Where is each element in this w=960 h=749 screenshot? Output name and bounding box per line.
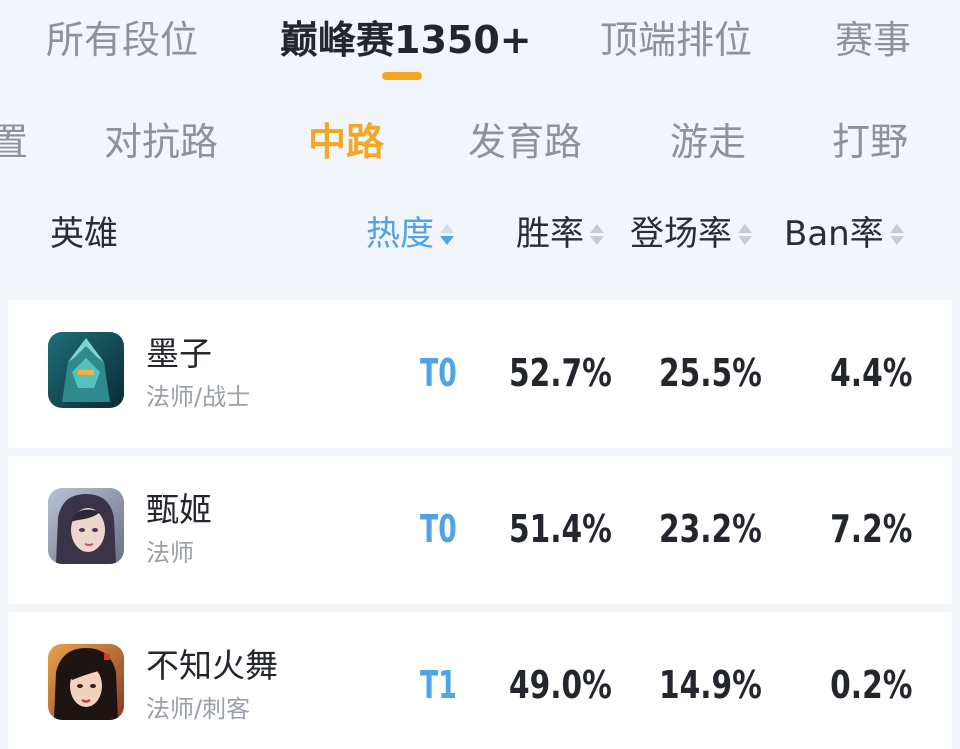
tab-tournament[interactable]: 赛事	[835, 14, 911, 66]
pick-rate-value: 23.2%	[659, 507, 762, 551]
mai-avatar	[48, 644, 124, 720]
hero-tier: T1	[420, 663, 457, 707]
column-heat[interactable]: 热度	[366, 210, 454, 258]
column-heat-label: 热度	[366, 214, 434, 254]
column-hero: 英雄	[50, 210, 118, 258]
column-ban-rate-label: Ban率	[784, 214, 884, 254]
tab-lane-jungle[interactable]: 打野	[832, 116, 908, 168]
table-row[interactable]: 墨子 法师/战士 T0 52.7% 25.5% 4.4%	[8, 300, 952, 448]
tab-lane-clash[interactable]: 对抗路	[104, 116, 218, 168]
rank-tier-tabs: 所有段位 巅峰赛1350+ 顶端排位 赛事	[0, 0, 960, 96]
lane-tabs: 置 对抗路 中路 发育路 游走 打野	[0, 100, 960, 186]
table-row[interactable]: 甄姬 法师 T0 51.4% 23.2% 7.2%	[8, 456, 952, 604]
column-pick-rate-label: 登场率	[630, 214, 732, 254]
tab-lane-position[interactable]: 置	[0, 116, 28, 168]
tab-top-ranked[interactable]: 顶端排位	[600, 14, 752, 66]
sort-desc-icon[interactable]	[440, 219, 454, 249]
sort-icon[interactable]	[889, 219, 904, 249]
ban-rate-value: 7.2%	[829, 507, 912, 551]
hero-ranking-page: 所有段位 巅峰赛1350+ 顶端排位 赛事 置 对抗路 中路 发育路 游走 打野…	[0, 0, 960, 749]
zhenji-avatar	[48, 488, 124, 564]
win-rate-value: 52.7%	[509, 351, 612, 395]
win-rate-value: 49.0%	[509, 663, 612, 707]
table-header: 英雄 热度 胜率 登场率 Ban率	[0, 196, 960, 276]
sort-icon[interactable]	[738, 219, 752, 249]
hero-name: 墨子	[146, 334, 212, 373]
win-rate-value: 51.4%	[509, 507, 612, 551]
hero-name: 不知火舞	[146, 646, 278, 685]
tab-lane-mid[interactable]: 中路	[308, 116, 384, 168]
column-ban-rate[interactable]: Ban率	[784, 210, 904, 258]
hero-tier: T0	[420, 507, 457, 551]
tab-lane-roam[interactable]: 游走	[670, 116, 746, 168]
hero-tier: T0	[420, 351, 457, 395]
column-pick-rate[interactable]: 登场率	[630, 210, 752, 258]
tab-all-ranks[interactable]: 所有段位	[46, 14, 198, 66]
table-row[interactable]: 不知火舞 法师/刺客 T1 49.0% 14.9% 0.2%	[8, 612, 952, 749]
pick-rate-value: 14.9%	[659, 663, 762, 707]
column-win-rate-label: 胜率	[516, 214, 584, 254]
pick-rate-value: 25.5%	[659, 351, 762, 395]
mozi-avatar	[48, 332, 124, 408]
column-win-rate[interactable]: 胜率	[516, 210, 604, 258]
hero-name: 甄姬	[146, 490, 212, 529]
sort-icon[interactable]	[590, 219, 604, 249]
ban-rate-value: 4.4%	[829, 351, 912, 395]
tab-lane-farm[interactable]: 发育路	[468, 116, 582, 168]
hero-role: 法师	[146, 539, 194, 567]
active-tab-indicator	[382, 72, 422, 80]
hero-role: 法师/刺客	[146, 695, 251, 723]
tab-peak-1350[interactable]: 巅峰赛1350+	[280, 14, 532, 66]
column-hero-label: 英雄	[50, 214, 118, 254]
ban-rate-value: 0.2%	[829, 663, 912, 707]
hero-role: 法师/战士	[146, 383, 251, 411]
